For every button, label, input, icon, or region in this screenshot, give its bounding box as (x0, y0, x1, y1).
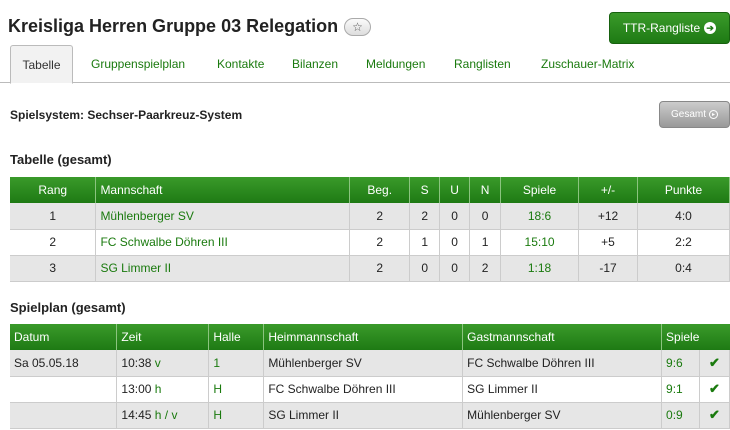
heim-cell: Mühlenberger SV (263, 350, 464, 377)
n-cell: 1 (469, 229, 502, 256)
gast-cell: FC Schwalbe Döhren III (462, 350, 663, 377)
gesamt-label: Gesamt (670, 109, 706, 120)
table-header-row: Rang Mannschaft Beg. S U N Spiele +/- Pu… (10, 177, 730, 203)
col-rang: Rang (10, 177, 97, 203)
col-u: U (439, 177, 471, 203)
check-icon: ✔ (699, 402, 730, 429)
halle-link[interactable]: H (208, 376, 265, 403)
tab-meldungen[interactable]: Meldungen (366, 45, 425, 83)
col-datum: Datum (10, 324, 118, 350)
spiele-link[interactable]: 1:18 (500, 255, 580, 282)
spielplan-title: Spielplan (gesamt) (10, 300, 126, 315)
heim-cell: SG Limmer II (263, 402, 464, 429)
zeit-flag-link[interactable]: h / v (155, 408, 178, 422)
tabelle-title: Tabelle (gesamt) (10, 152, 112, 167)
team-link[interactable]: FC Schwalbe Döhren III (95, 229, 351, 256)
spiele-link[interactable]: 0:9 (661, 402, 700, 429)
tab-kontakte[interactable]: Kontakte (217, 45, 264, 83)
circle-arrow-icon: ▸ (709, 110, 718, 119)
diff-cell: +5 (578, 229, 638, 256)
zeit-cell: 10:38 v (116, 350, 210, 377)
col-n: N (469, 177, 502, 203)
spiele-link[interactable]: 15:10 (500, 229, 580, 256)
u-cell: 0 (439, 203, 471, 230)
schedule-table: Datum Zeit Halle Heimmannschaft Gastmann… (10, 324, 730, 429)
col-spiele: Spiele (500, 177, 580, 203)
halle-link[interactable]: 1 (208, 350, 265, 377)
beg-cell: 2 (349, 229, 411, 256)
col-mannschaft: Mannschaft (95, 177, 351, 203)
col-spiele: Spiele (661, 324, 730, 350)
tab-tabelle[interactable]: Tabelle (10, 45, 73, 84)
ttr-rangliste-button[interactable]: TTR-Rangliste ➔ (609, 12, 730, 44)
spiele-link[interactable]: 9:1 (661, 376, 700, 403)
beg-cell: 2 (349, 255, 411, 282)
s-cell: 1 (409, 229, 441, 256)
rang-cell: 3 (10, 255, 97, 282)
team-link[interactable]: Mühlenberger SV (95, 203, 351, 230)
rang-cell: 2 (10, 229, 97, 256)
table-header-row: Datum Zeit Halle Heimmannschaft Gastmann… (10, 324, 730, 350)
zeit-cell: 13:00 h (116, 376, 210, 403)
datum-cell (10, 402, 118, 429)
gesamt-button[interactable]: Gesamt ▸ (659, 101, 730, 128)
s-cell: 2 (409, 203, 441, 230)
tab-gruppenspielplan[interactable]: Gruppenspielplan (91, 45, 185, 83)
rang-cell: 1 (10, 203, 97, 230)
check-icon: ✔ (699, 376, 730, 403)
col-s: S (409, 177, 441, 203)
n-cell: 0 (469, 203, 502, 230)
u-cell: 0 (439, 255, 471, 282)
heim-cell: FC Schwalbe Döhren III (263, 376, 464, 403)
favorite-star-button[interactable]: ☆ (344, 18, 371, 36)
col-gast: Gastmannschaft (462, 324, 663, 350)
punkte-cell: 4:0 (637, 203, 730, 230)
datum-cell: Sa 05.05.18 (10, 350, 118, 377)
zeit-value: 10:38 (121, 355, 152, 370)
check-icon: ✔ (699, 350, 730, 377)
zeit-flag-link[interactable]: h (155, 382, 162, 396)
tab-ranglisten[interactable]: Ranglisten (454, 45, 511, 83)
diff-cell: +12 (578, 203, 638, 230)
gast-cell: SG Limmer II (462, 376, 663, 403)
datum-cell (10, 376, 118, 403)
table-row: 1 Mühlenberger SV 2 2 0 0 18:6 +12 4:0 (10, 203, 730, 230)
n-cell: 2 (469, 255, 502, 282)
halle-link[interactable]: H (208, 402, 265, 429)
standings-table: Rang Mannschaft Beg. S U N Spiele +/- Pu… (10, 177, 730, 282)
col-heim: Heimmannschaft (263, 324, 464, 350)
zeit-flag-link[interactable]: v (155, 356, 161, 370)
s-cell: 0 (409, 255, 441, 282)
punkte-cell: 2:2 (637, 229, 730, 256)
table-row: 3 SG Limmer II 2 0 0 2 1:18 -17 0:4 (10, 255, 730, 282)
diff-cell: -17 (578, 255, 638, 282)
table-row: 2 FC Schwalbe Döhren III 2 1 0 1 15:10 +… (10, 229, 730, 256)
team-link[interactable]: SG Limmer II (95, 255, 351, 282)
ttr-rangliste-label: TTR-Rangliste (622, 21, 701, 35)
zeit-value: 14:45 (121, 408, 152, 422)
table-row: 13:00 h H FC Schwalbe Döhren III SG Limm… (10, 376, 730, 403)
u-cell: 0 (439, 229, 471, 256)
spielsystem-label: Spielsystem: Sechser-Paarkreuz-System (10, 108, 243, 122)
spiele-link[interactable]: 9:6 (661, 350, 700, 377)
page-title: Kreisliga Herren Gruppe 03 Relegation (8, 16, 339, 36)
tab-bar: Tabelle Gruppenspielplan Kontakte Bilanz… (0, 45, 730, 84)
zeit-cell: 14:45 h / v (116, 402, 210, 429)
col-halle: Halle (208, 324, 265, 350)
table-row: 14:45 h / v H SG Limmer II Mühlenberger … (10, 402, 730, 429)
beg-cell: 2 (349, 203, 411, 230)
tab-zuschauer-matrix[interactable]: Zuschauer-Matrix (541, 45, 634, 83)
col-zeit: Zeit (116, 324, 210, 350)
tab-bilanzen[interactable]: Bilanzen (292, 45, 338, 83)
zeit-value: 13:00 (121, 382, 152, 396)
spiele-link[interactable]: 18:6 (500, 203, 580, 230)
col-beg: Beg. (349, 177, 411, 203)
star-icon: ☆ (352, 20, 363, 34)
table-row: Sa 05.05.18 10:38 v 1 Mühlenberger SV FC… (10, 350, 730, 377)
arrow-right-icon: ➔ (704, 22, 717, 34)
punkte-cell: 0:4 (637, 255, 730, 282)
gast-cell: Mühlenberger SV (462, 402, 663, 429)
col-diff: +/- (578, 177, 638, 203)
col-punkte: Punkte (637, 177, 730, 203)
